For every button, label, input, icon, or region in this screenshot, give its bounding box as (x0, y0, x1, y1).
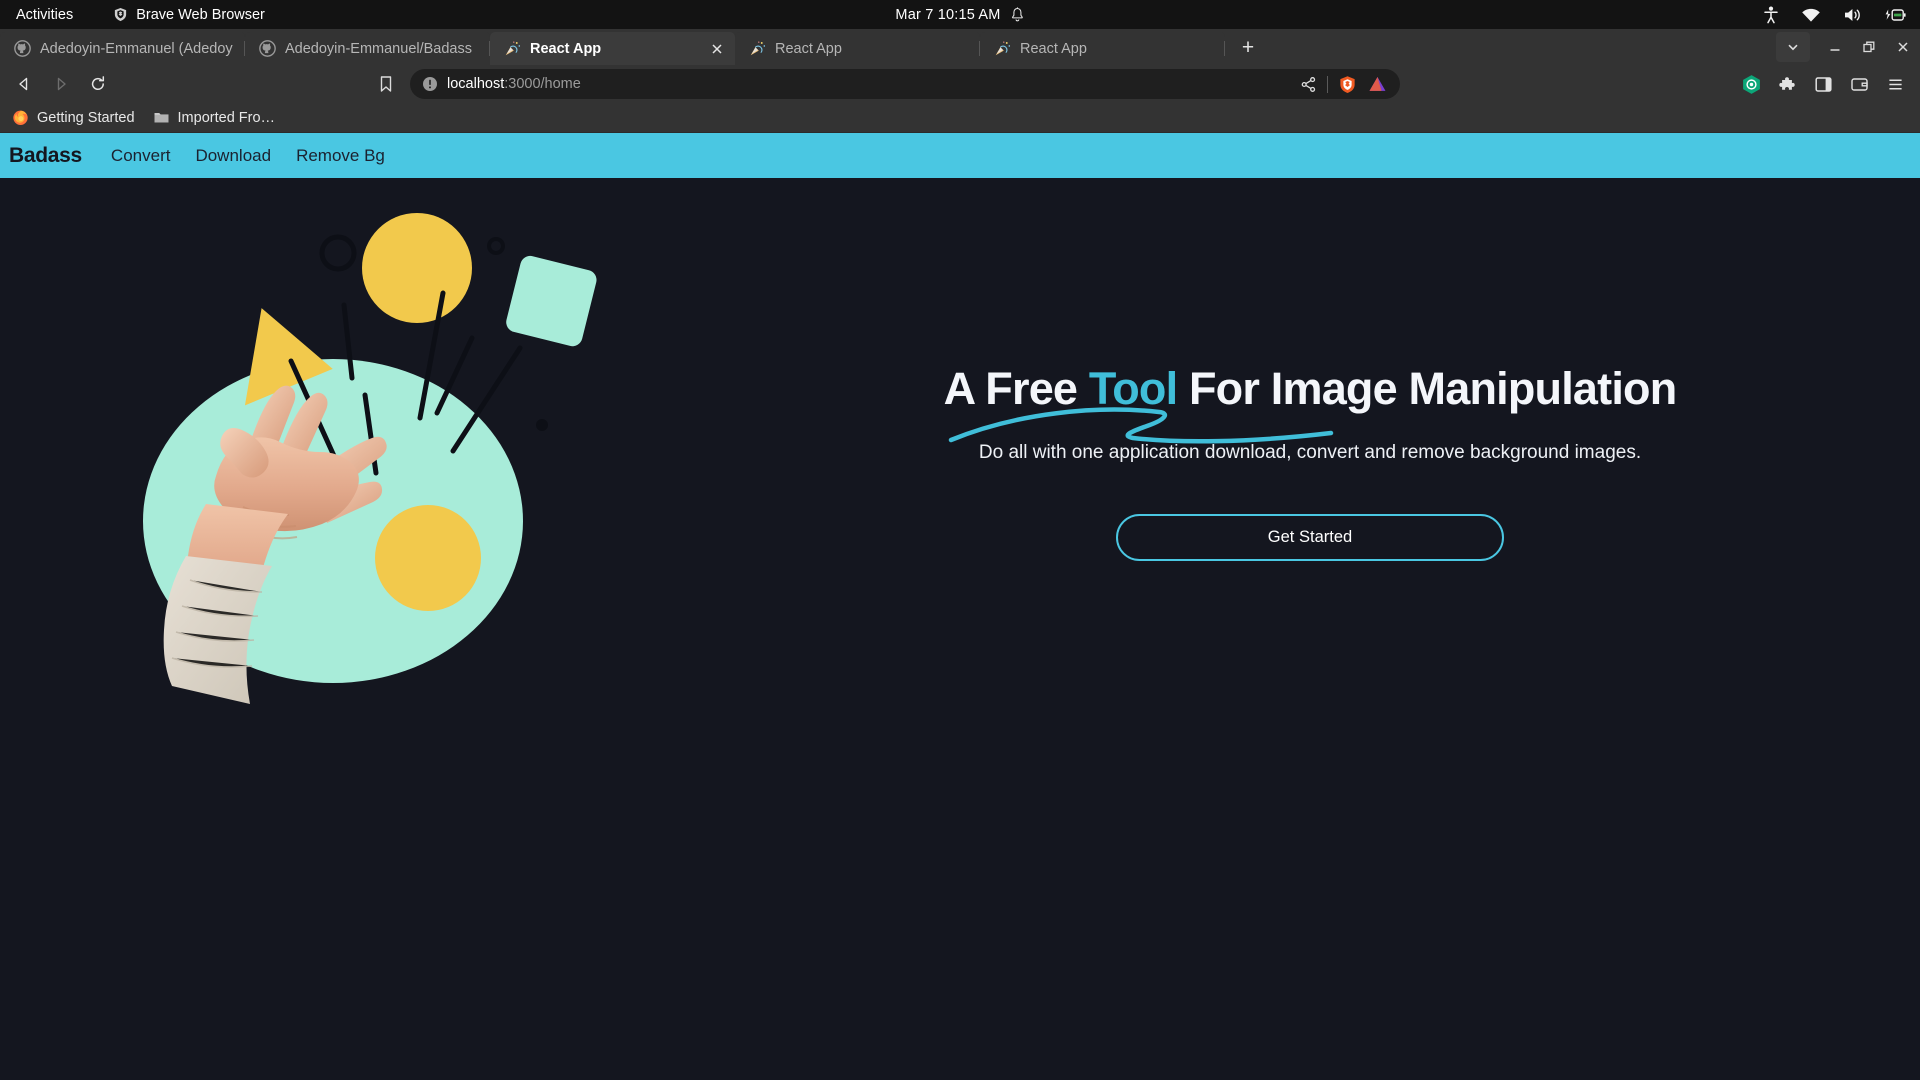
site-brand[interactable]: Badass (9, 144, 82, 168)
get-started-button[interactable]: Get Started (1116, 514, 1504, 561)
github-icon (14, 40, 31, 57)
nav-link-convert[interactable]: Convert (111, 146, 171, 166)
extensions-puzzle-icon[interactable] (1772, 69, 1802, 99)
bookmark-item[interactable]: Getting Started (12, 109, 135, 126)
hero-title: A Free Tool For Image Manipulation (943, 363, 1677, 444)
new-tab-button[interactable]: + (1231, 32, 1265, 62)
sync-extension-icon[interactable] (1736, 69, 1766, 99)
gnome-top-bar: Activities Brave Web Browser Mar 7 10:15… (0, 0, 1920, 29)
hero-title-accent: Tool (1088, 363, 1178, 414)
notifications-bell-icon (1012, 6, 1023, 21)
bookmark-label: Imported Fro… (177, 109, 276, 126)
close-icon[interactable] (1886, 32, 1920, 62)
browser-tab[interactable]: React App (735, 32, 980, 65)
url-host: localhost (447, 76, 505, 92)
window-controls (1776, 29, 1920, 65)
folder-icon (154, 112, 169, 123)
mint-square (506, 255, 597, 347)
bookmark-icon[interactable] (372, 70, 400, 98)
sidebar-panel-icon[interactable] (1808, 69, 1838, 99)
bookmarks-bar: Getting Started Imported Fro… (0, 103, 1920, 133)
omnibox-area: localhost:3000/home (372, 69, 1400, 99)
address-bar-url: localhost:3000/home (447, 76, 1293, 92)
share-icon[interactable] (1293, 70, 1323, 98)
system-status-area[interactable] (1763, 6, 1906, 24)
close-icon[interactable] (709, 41, 725, 57)
active-app-name: Brave Web Browser (136, 6, 265, 23)
hero-section: A Free Tool For Image Manipulation Do al… (0, 178, 1920, 708)
tab-title: React App (775, 40, 842, 57)
chevron-down-icon[interactable] (1776, 32, 1810, 62)
hero-illustration (0, 208, 700, 708)
restore-icon[interactable] (1852, 32, 1886, 62)
dot (536, 419, 548, 431)
browser-tab[interactable]: React App (980, 32, 1225, 65)
hero-copy: A Free Tool For Image Manipulation Do al… (700, 208, 1920, 561)
hero-title-part1: A Free (943, 363, 1089, 414)
browser-tab[interactable]: Adedoyin-Emmanuel/Badass (245, 32, 490, 65)
active-app-menu[interactable]: Brave Web Browser (113, 7, 265, 23)
browser-tab-strip: Adedoyin-Emmanuel (Adedoy Adedoyin-Emman… (0, 29, 1920, 65)
outline-circle-small (487, 237, 505, 255)
back-arrow-icon[interactable] (9, 69, 39, 99)
tab-list: Adedoyin-Emmanuel (Adedoy Adedoyin-Emman… (0, 29, 1225, 65)
wallet-icon[interactable] (1844, 69, 1874, 99)
tab-title: Adedoyin-Emmanuel (Adedoy (40, 40, 233, 57)
site-navbar: Badass Convert Download Remove Bg (0, 133, 1920, 178)
firefox-icon (13, 110, 28, 125)
toolbar-right-icons (1736, 69, 1910, 99)
brave-lion-icon (115, 7, 127, 22)
hero-title-part2: For Image Manipulation (1177, 363, 1677, 414)
omnibox-divider (1327, 75, 1328, 93)
browser-toolbar: localhost:3000/home (0, 65, 1920, 103)
yellow-circle-top (362, 213, 472, 323)
clock-text: Mar 7 10:15 AM (895, 6, 1001, 23)
tab-title: React App (1020, 40, 1087, 57)
nav-link-download[interactable]: Download (195, 146, 271, 166)
browser-tab[interactable]: Adedoyin-Emmanuel (Adedoy (0, 32, 245, 65)
volume-icon (1845, 8, 1860, 21)
wifi-icon (1802, 8, 1820, 22)
party-popper-icon (995, 41, 1011, 56)
url-path: :3000/home (504, 76, 581, 92)
activities-button[interactable]: Activities (16, 7, 73, 23)
page-viewport: Badass Convert Download Remove Bg A Free… (0, 133, 1920, 1080)
bookmark-label: Getting Started (37, 109, 135, 126)
tab-title: Adedoyin-Emmanuel/Badass (285, 40, 472, 57)
address-bar[interactable]: localhost:3000/home (410, 69, 1400, 99)
brave-rewards-triangle-icon[interactable] (1362, 70, 1392, 98)
hero-subtitle: Do all with one application download, co… (978, 442, 1642, 463)
bookmark-item[interactable]: Imported Fro… (153, 109, 276, 126)
tab-title: React App (530, 40, 602, 57)
reload-icon[interactable] (83, 69, 113, 99)
menu-hamburger-icon[interactable] (1880, 69, 1910, 99)
party-popper-icon (505, 41, 521, 56)
brave-lion-shield-icon[interactable] (1332, 70, 1362, 98)
outline-circle-large (319, 234, 357, 272)
browser-tab-active[interactable]: React App (490, 32, 735, 65)
forward-arrow-icon[interactable] (46, 69, 76, 99)
clock-calendar-button[interactable]: Mar 7 10:15 AM (895, 7, 1024, 23)
github-icon (259, 40, 276, 57)
yellow-circle-right (375, 505, 481, 611)
battery-charging-icon (1885, 8, 1906, 21)
minimize-icon[interactable] (1818, 32, 1852, 62)
party-popper-icon (750, 41, 766, 56)
navigation-buttons (9, 69, 113, 99)
not-secure-info-icon[interactable] (422, 76, 438, 92)
omnibox-actions (1293, 70, 1392, 98)
hand-snapping-fingers-collage (143, 213, 597, 704)
nav-link-remove-bg[interactable]: Remove Bg (296, 146, 385, 166)
accessibility-icon (1764, 6, 1778, 23)
